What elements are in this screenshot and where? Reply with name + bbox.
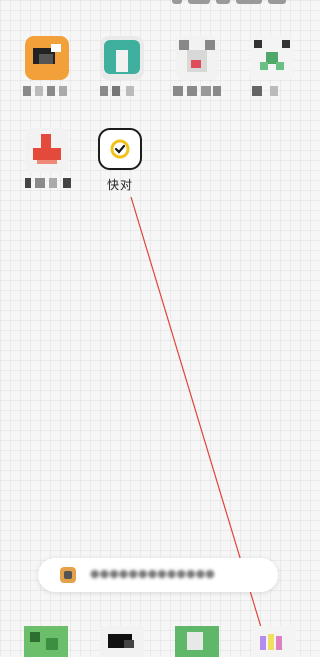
toast-message: ●●●●●●●●●●●●● bbox=[90, 567, 215, 580]
dock-app-1[interactable] bbox=[24, 626, 68, 657]
app-small-icon bbox=[60, 567, 76, 583]
dock-app-3[interactable] bbox=[175, 626, 219, 657]
toast-notification: ●●●●●●●●●●●●● bbox=[38, 558, 278, 592]
dock-app-2[interactable] bbox=[100, 626, 144, 657]
dock-app-4[interactable] bbox=[252, 626, 296, 657]
